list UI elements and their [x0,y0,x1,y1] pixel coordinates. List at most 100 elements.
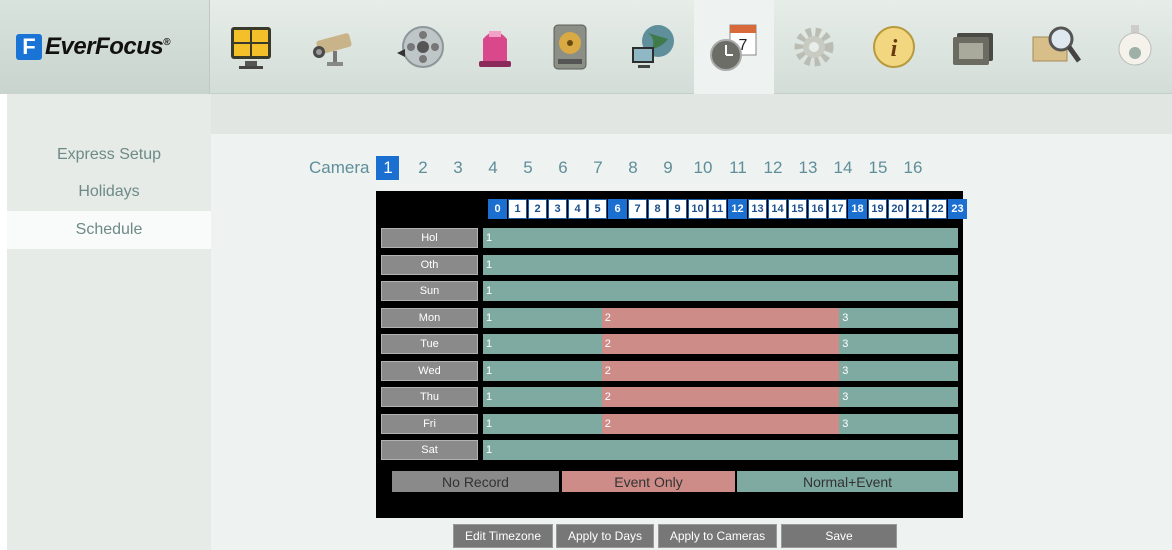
schedule-segment[interactable]: 2 [601,334,840,354]
schedule-row-thu: Thu 1 2 3 [381,387,958,407]
schedule-clock-calendar-icon[interactable]: 7 [694,0,774,94]
sidebar-item-express-setup[interactable]: Express Setup [7,136,211,174]
schedule-segment[interactable]: 1 [483,254,958,275]
hour-cell-3: 3 [548,199,567,219]
camera-number-14[interactable]: 14 [825,156,860,180]
hour-cell-21: 21 [908,199,927,219]
hour-cell-10: 10 [688,199,707,219]
hour-cell-18: 18 [848,199,867,219]
schedule-segment[interactable]: 3 [839,387,958,407]
network-globe-icon-graphic [632,25,674,68]
schedule-grid: 0 1 2 3 4 5 6 7 8 9 10 11 12 13 14 15 16 17 18 19 20 21 22 23 H… [376,191,967,518]
hour-cell-9: 9 [668,199,687,219]
video-reel-icon[interactable] [381,0,461,94]
camera-number-9[interactable]: 9 [650,156,685,180]
schedule-segment[interactable]: 1 [483,281,958,301]
camera-number-12[interactable]: 12 [755,156,790,180]
apply-to-cameras-button[interactable]: Apply to Cameras [658,524,777,548]
search-folder-icon[interactable] [1015,0,1095,94]
svg-text:i: i [891,36,898,62]
camera-number-3[interactable]: 3 [440,156,475,180]
sidebar-item-holidays[interactable]: Holidays [7,173,211,211]
dome-camera-icon[interactable] [1095,0,1172,94]
network-globe-icon[interactable] [612,0,692,94]
camera-number-15[interactable]: 15 [860,156,895,180]
settings-gear-icon-graphic [794,27,834,67]
schedule-segment[interactable]: 2 [601,387,840,407]
schedule-segment[interactable]: 1 [483,440,958,460]
day-label[interactable]: Sat [381,440,478,460]
hour-cell-11: 11 [708,199,727,219]
schedule-segment[interactable]: 2 [601,307,840,328]
camera-icon-graphic [313,33,352,66]
live-view-icon[interactable] [211,0,291,94]
camera-number-13[interactable]: 13 [790,156,825,180]
hour-cell-4: 4 [568,199,587,219]
hour-cell-0: 0 [488,199,507,219]
hour-cell-8: 8 [648,199,667,219]
legend-no-record[interactable]: No Record [392,471,559,492]
schedule-segment[interactable]: 1 [483,387,602,407]
sidebar-item-schedule[interactable]: Schedule [7,211,211,249]
schedule-segment[interactable]: 1 [483,334,602,354]
schedule-segment[interactable]: 3 [839,360,958,381]
dvr-web-app: F EverFocus® 7 i Express Setup Holidays … [0,0,1172,550]
camera-number-2[interactable]: 2 [405,156,440,180]
camera-number-list: 1 2 3 4 5 6 7 8 9 10 11 12 13 14 15 16 [376,156,930,180]
legend-event-only[interactable]: Event Only [562,471,735,492]
schedule-segment[interactable]: 2 [601,413,840,434]
camera-number-4[interactable]: 4 [475,156,510,180]
brand-logo: F EverFocus® [0,0,210,94]
apply-to-days-button[interactable]: Apply to Days [556,524,654,548]
camera-label: Camera [309,158,370,177]
day-label[interactable]: Fri [381,413,478,434]
camera-number-8[interactable]: 8 [615,156,650,180]
camera-number-11[interactable]: 11 [720,156,755,180]
hour-cell-20: 20 [888,199,907,219]
camera-selector: Camera 1 2 3 4 5 6 7 8 9 10 11 12 13 14 15 16 [309,156,930,180]
hour-cell-14: 14 [768,199,787,219]
schedule-segment[interactable]: 1 [483,307,602,328]
camera-number-10[interactable]: 10 [685,156,720,180]
schedule-segment[interactable]: 3 [839,307,958,328]
camera-number-1[interactable]: 1 [376,156,400,180]
logo-text: EverFocus® [45,33,171,60]
schedule-segment[interactable]: 2 [601,360,840,381]
day-label[interactable]: Wed [381,360,478,381]
hour-header: 0 1 2 3 4 5 6 7 8 9 10 11 12 13 14 15 16 17 18 19 20 21 22 23 [488,199,968,219]
day-label[interactable]: Mon [381,307,478,328]
hour-cell-15: 15 [788,199,807,219]
alarm-siren-icon-graphic [479,31,511,67]
schedule-row-tue: Tue 1 2 3 [381,334,958,354]
edit-timezone-button[interactable]: Edit Timezone [453,524,553,548]
camera-icon[interactable] [291,0,371,94]
schedule-segment[interactable]: 1 [483,360,602,381]
film-playback-icon[interactable] [935,0,1015,94]
schedule-segment[interactable]: 1 [483,228,958,248]
camera-number-16[interactable]: 16 [895,156,930,180]
hour-cell-13: 13 [748,199,767,219]
day-label[interactable]: Sun [381,281,478,301]
hour-cell-19: 19 [868,199,887,219]
legend-normal-event[interactable]: Normal+Event [737,471,958,492]
hour-cell-17: 17 [828,199,847,219]
alarm-siren-icon[interactable] [455,0,535,94]
schedule-segment[interactable]: 3 [839,413,958,434]
camera-number-7[interactable]: 7 [580,156,615,180]
schedule-segment[interactable]: 1 [483,413,602,434]
schedule-row-sat: Sat 1 [381,440,958,460]
day-label[interactable]: Oth [381,254,478,275]
film-playback-icon-graphic [953,33,993,65]
save-button[interactable]: Save [781,524,897,548]
day-label[interactable]: Thu [381,387,478,407]
settings-gear-icon[interactable] [774,0,854,94]
hour-cell-12: 12 [728,199,747,219]
info-icon[interactable]: i [854,0,934,94]
day-label[interactable]: Hol [381,228,478,248]
hard-drive-icon[interactable] [530,0,610,94]
day-label[interactable]: Tue [381,334,478,354]
schedule-segment[interactable]: 3 [839,334,958,354]
camera-number-6[interactable]: 6 [545,156,580,180]
video-reel-icon-graphic [397,26,444,68]
camera-number-5[interactable]: 5 [510,156,545,180]
